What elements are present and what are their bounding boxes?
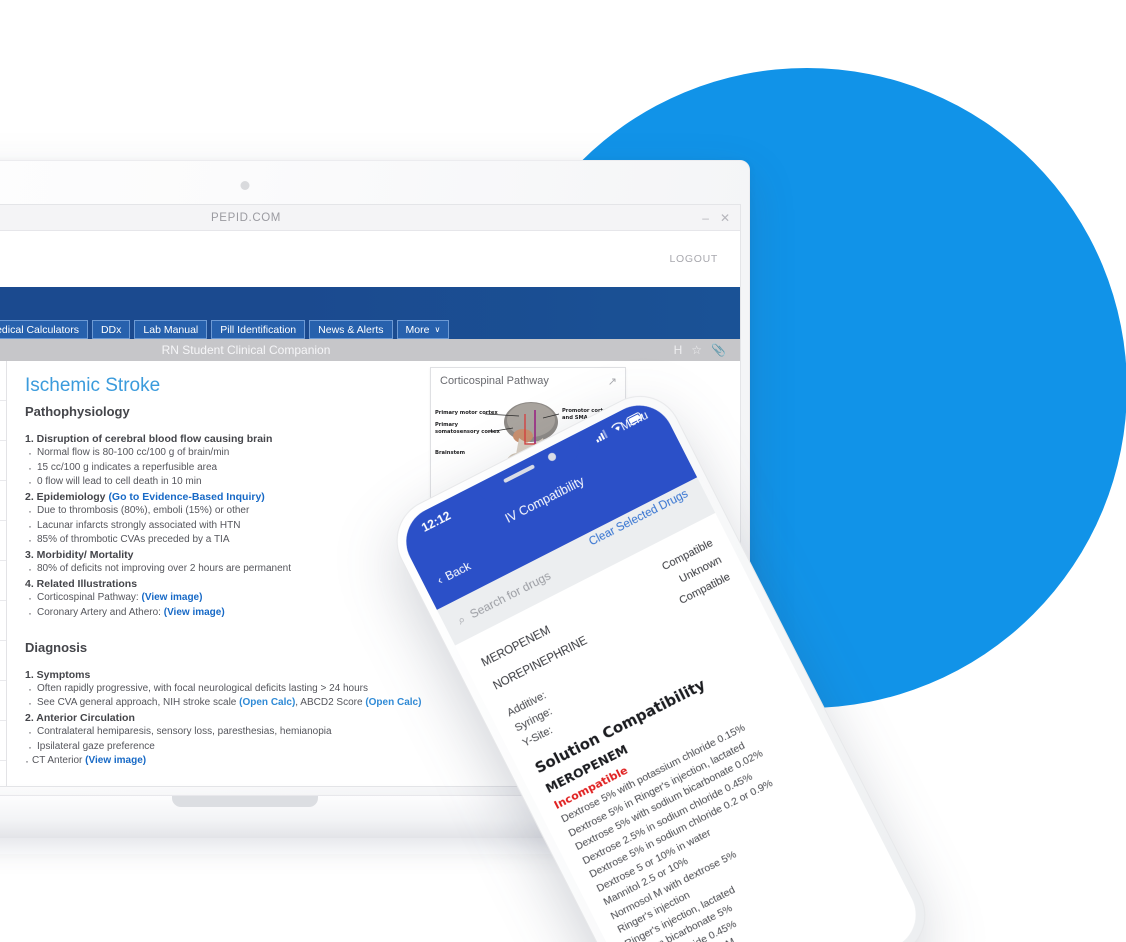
open-calc-link[interactable]: (Open Calc)	[365, 697, 421, 708]
list-item-text: 2. Anterior Circulation	[25, 712, 135, 724]
list-item-text: See CVA general approach, NIH stroke sca…	[37, 697, 240, 708]
open-calc-link[interactable]: (Open Calc)	[239, 697, 295, 708]
sidebar-item-blank[interactable]: »	[0, 761, 6, 786]
expand-icon[interactable]: ↗	[608, 375, 617, 388]
illustration-title: Corticospinal Pathway	[440, 375, 549, 387]
list-item-text: 4. Related Illustrations	[25, 578, 138, 590]
minimize-icon[interactable]: –	[702, 212, 709, 224]
list-item-text: CT Anterior	[32, 755, 86, 766]
window-controls: – ✕	[702, 205, 730, 231]
list-item-text: Corticospinal Pathway:	[37, 592, 142, 603]
tab-more-label: More	[405, 323, 430, 336]
module-icons: H ☆ 📎	[674, 339, 726, 361]
utility-bar: LOGOUT	[0, 231, 740, 287]
module-titlebar: RN Student Clinical Companion H ☆ 📎	[0, 339, 740, 361]
tab-medical-calculators[interactable]: Medical Calculators	[0, 320, 88, 339]
view-image-link[interactable]: (View image)	[142, 592, 203, 603]
paperclip-icon[interactable]: 📎	[711, 343, 726, 357]
list-item-text: 2. Epidemiology	[25, 491, 109, 503]
svg-text:Primary: Primary	[435, 422, 459, 428]
tab-ddx[interactable]: DDx	[91, 320, 131, 339]
sidebar-item-evidence-based-practice[interactable]: Evidence-based Practice »	[0, 641, 6, 681]
tab-lab-manual[interactable]: Lab Manual	[134, 320, 208, 339]
nav-tabs: Drug Interactions Drug-Allergy Checker M…	[0, 315, 740, 339]
back-button[interactable]: ‹ Back	[435, 559, 473, 588]
sidebar-item-nursing-dx[interactable]: - Nursing Dx »	[0, 561, 6, 601]
list-item-text: 3. Morbidity/ Mortality	[25, 549, 134, 561]
list-item-text: 1. Symptoms	[25, 668, 91, 681]
svg-text:Brainstem: Brainstem	[435, 450, 465, 456]
sidebar-item-diagnostics[interactable]: Diagnostics »	[0, 401, 6, 441]
search-row: tc All ∨	[0, 287, 740, 315]
sidebar-item-icd10-codes[interactable]: ICD-10 Codes »	[0, 721, 6, 761]
tab-news-alerts[interactable]: News & Alerts	[309, 320, 393, 339]
search-icon: ⌕	[455, 611, 468, 628]
browser-titlebar: PEPID.COM – ✕	[0, 205, 740, 231]
svg-text:Primary motor cortex: Primary motor cortex	[435, 410, 498, 416]
chevron-down-icon: ∨	[434, 325, 441, 334]
back-label: Back	[442, 558, 474, 584]
list-item-text: , ABCD2 Score	[295, 697, 366, 708]
laptop-base-notch	[172, 796, 318, 807]
list-item-text: 1. Disruption of cerebral blood flow cau…	[25, 433, 273, 445]
laptop-camera-icon	[240, 181, 250, 190]
logout-button[interactable]: LOGOUT	[669, 253, 718, 265]
sidebar-item-long-term-care[interactable]: - Long-Term Care »	[0, 481, 6, 521]
star-icon[interactable]: ☆	[691, 343, 702, 357]
sidebar-item-nursing-considerations[interactable]: Nursing Considerations »	[0, 521, 6, 561]
evidence-based-inquiry-link[interactable]: (Go to Evidence-Based Inquiry)	[108, 491, 264, 503]
tab-pill-identification[interactable]: Pill Identification	[211, 320, 306, 339]
sidebar-item-clinical-inquiries[interactable]: Clinical Inquiries »	[0, 601, 6, 641]
sidebar-item-treatment-disposition[interactable]: Treatment/Disposition »	[0, 441, 6, 481]
sidebar-item-references[interactable]: References »	[0, 681, 6, 721]
tab-more[interactable]: More ∨	[396, 320, 450, 339]
module-title: RN Student Clinical Companion	[161, 343, 331, 357]
svg-text:somatosensory cortex: somatosensory cortex	[435, 429, 500, 435]
history-icon[interactable]: H	[674, 343, 683, 357]
main-navigation: tc All ∨ Drug Interactions Drug-Allergy …	[0, 287, 740, 339]
phone-clock: 12:12	[419, 508, 453, 535]
signal-icon	[595, 428, 608, 443]
phone-camera-icon	[546, 451, 558, 463]
close-icon[interactable]: ✕	[720, 212, 730, 224]
sidebar-item-pathophysiology[interactable]: Pathophysiology »	[0, 361, 6, 401]
browser-title: PEPID.COM	[211, 211, 281, 224]
list-item-text: Coronary Artery and Athero:	[37, 606, 164, 618]
sidebar: Pathophysiology » Diagnostics » Treatmen…	[0, 361, 7, 786]
view-image-link[interactable]: (View image)	[85, 755, 146, 766]
chevron-left-icon: ‹	[434, 573, 445, 588]
view-image-link[interactable]: (View image)	[164, 607, 225, 618]
